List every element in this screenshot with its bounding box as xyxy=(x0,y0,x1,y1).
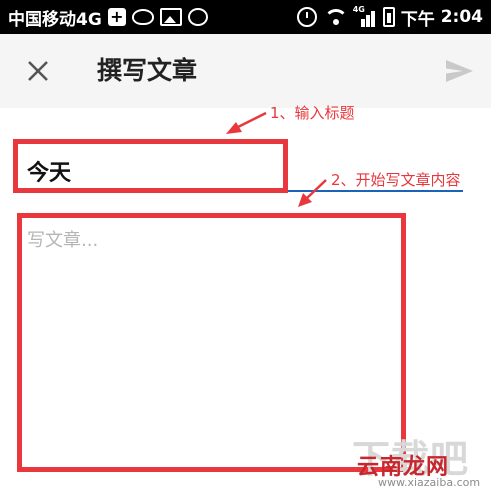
step1-annotation: 1、输入标题 xyxy=(270,104,355,122)
plus-icon: + xyxy=(107,8,126,26)
step1-arrowhead xyxy=(226,122,242,134)
step2-annotation: 2、开始写文章内容 xyxy=(331,171,461,189)
send-button[interactable] xyxy=(443,55,475,87)
alarm-icon xyxy=(296,7,317,27)
status-left: 中国移动4G + xyxy=(8,0,208,34)
gallery-icon xyxy=(159,8,182,26)
step1-arrow xyxy=(235,111,267,130)
status-right: 4G 下午 2:04 xyxy=(296,0,483,34)
content-textarea[interactable] xyxy=(27,226,397,462)
page-title: 撰写文章 xyxy=(97,56,198,85)
weibo-icon xyxy=(131,9,154,25)
close-button[interactable] xyxy=(20,53,56,89)
watermark-url: www.xiazaiba.com xyxy=(378,476,481,489)
battery-icon xyxy=(382,7,395,27)
time-period: 下午 xyxy=(400,9,435,30)
close-icon xyxy=(28,61,48,81)
signal-icon: 4G xyxy=(352,5,377,27)
carrier-label: 中国移动4G xyxy=(8,9,102,30)
step2-arrowhead xyxy=(298,193,312,207)
send-icon xyxy=(446,60,473,82)
clock: 2:04 xyxy=(440,7,483,27)
wifi-icon xyxy=(323,7,349,27)
app-bar: 撰写文章 xyxy=(0,34,491,108)
status-bar: 中国移动4G + 4G 下午 2:04 xyxy=(0,0,491,34)
chat-icon xyxy=(187,8,208,26)
signal-label: 4G xyxy=(352,5,365,14)
